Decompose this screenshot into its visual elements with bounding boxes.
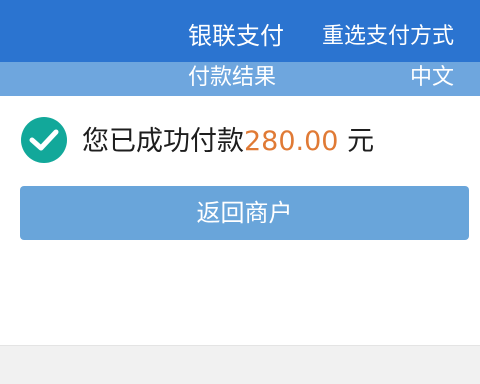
check-circle-icon [21,117,67,163]
sub-header-bar: 付款结果 中文 [0,62,480,96]
currency-unit: 元 [338,126,375,157]
payment-result-page: 银联支付 重选支付方式 付款结果 中文 您已成功付款280.00 元 返回商户 [0,0,480,384]
reselect-payment-link[interactable]: 重选支付方式 [322,22,454,52]
bottom-footer-area [0,345,480,384]
language-switch[interactable]: 中文 [410,62,454,94]
success-text: 您已成功付款 [82,126,244,157]
result-message: 您已成功付款280.00 元 [82,124,374,160]
return-to-merchant-button[interactable]: 返回商户 [20,186,469,240]
page-title: 银联支付 [188,22,284,50]
paid-amount: 280.00 [244,126,339,157]
payment-result-row: 您已成功付款280.00 元 [20,116,460,166]
section-title: 付款结果 [188,65,277,90]
top-header-bar: 银联支付 重选支付方式 [0,0,480,62]
